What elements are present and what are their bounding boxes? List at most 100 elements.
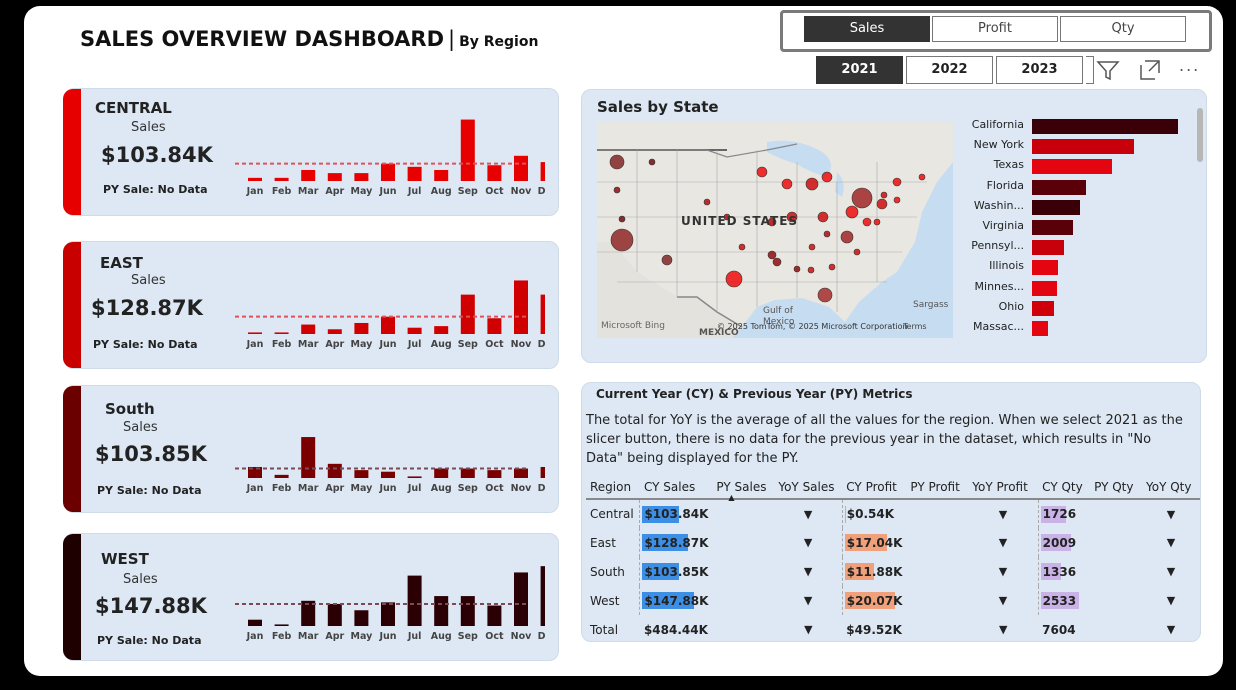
state-bar-row[interactable]: Virginia bbox=[966, 217, 1186, 237]
state-sales-bubble[interactable] bbox=[918, 173, 926, 181]
column-header-yoy-profit[interactable]: YoY Profit bbox=[968, 475, 1039, 500]
month-bar[interactable] bbox=[327, 173, 342, 181]
month-bar[interactable] bbox=[354, 173, 369, 181]
state-sales-bubble[interactable] bbox=[767, 250, 777, 260]
month-bar[interactable] bbox=[327, 463, 342, 478]
state-sales-bar[interactable] bbox=[1032, 159, 1113, 175]
month-bar[interactable] bbox=[274, 332, 289, 334]
state-sales-bubble[interactable] bbox=[840, 230, 854, 244]
state-sales-bubble[interactable] bbox=[703, 198, 711, 206]
month-bar[interactable] bbox=[460, 119, 475, 181]
state-sales-bubble[interactable] bbox=[661, 254, 673, 266]
focus-mode-icon[interactable] bbox=[1139, 59, 1163, 81]
month-bar[interactable] bbox=[407, 327, 422, 334]
table-row[interactable]: West $147.88K ▼ $20.07K ▼ 2533 ▼ bbox=[586, 586, 1200, 615]
state-sales-bubble[interactable] bbox=[805, 177, 819, 191]
column-header-cy-profit[interactable]: CY Profit bbox=[842, 475, 907, 500]
state-sales-bar[interactable] bbox=[1032, 300, 1054, 316]
month-bar[interactable] bbox=[248, 177, 262, 181]
month-bar[interactable] bbox=[407, 575, 422, 626]
table-row[interactable]: South $103.85K ▼ $11.88K ▼ 1336 ▼ bbox=[586, 557, 1200, 586]
column-header-cy-sales[interactable]: CY Sales bbox=[639, 475, 713, 500]
state-sales-bar[interactable] bbox=[1032, 260, 1059, 276]
column-header-yoy-sales[interactable]: YoY Sales bbox=[774, 475, 843, 500]
month-bar[interactable] bbox=[434, 468, 449, 478]
month-bar[interactable] bbox=[540, 294, 545, 334]
column-header-py-sales[interactable]: PY Sales ▲ bbox=[712, 475, 775, 502]
month-bar[interactable] bbox=[460, 596, 475, 626]
month-bar[interactable] bbox=[274, 624, 289, 626]
month-bar[interactable] bbox=[381, 316, 395, 334]
month-bar[interactable] bbox=[540, 162, 545, 181]
month-bar[interactable] bbox=[514, 468, 528, 478]
month-bar[interactable] bbox=[434, 169, 449, 181]
column-header-py-profit[interactable]: PY Profit bbox=[906, 475, 969, 500]
state-bar-row[interactable]: Minnes... bbox=[966, 278, 1186, 298]
state-sales-bar[interactable] bbox=[1032, 240, 1065, 256]
month-bar[interactable] bbox=[514, 280, 528, 334]
month-bar[interactable] bbox=[301, 324, 316, 334]
state-bar-row[interactable]: Pennsyl... bbox=[966, 237, 1186, 257]
month-bar[interactable] bbox=[354, 322, 369, 334]
month-bar[interactable] bbox=[514, 572, 528, 626]
state-sales-bar[interactable] bbox=[1032, 199, 1081, 215]
state-sales-bubble[interactable] bbox=[808, 243, 816, 251]
month-bar[interactable] bbox=[487, 470, 502, 478]
month-bar[interactable] bbox=[407, 166, 422, 181]
month-bar[interactable] bbox=[460, 294, 475, 334]
month-bar[interactable] bbox=[407, 476, 422, 478]
sales-map[interactable]: UNITED STATES Gulf of Mexico Sargass MEX… bbox=[597, 122, 953, 338]
state-sales-bubble[interactable] bbox=[853, 248, 861, 256]
column-header-cy-qty[interactable]: CY Qty bbox=[1038, 475, 1091, 500]
state-sales-bubble[interactable] bbox=[876, 198, 888, 210]
region-card-central[interactable]: CENTRAL Sales $103.84K PY Sale: No Data J… bbox=[63, 88, 559, 216]
state-sales-bubble[interactable] bbox=[613, 186, 621, 194]
state-sales-bar[interactable] bbox=[1032, 119, 1178, 134]
month-bar[interactable] bbox=[514, 155, 528, 181]
column-header-py-qty[interactable]: PY Qty bbox=[1090, 475, 1142, 500]
month-bar[interactable] bbox=[327, 603, 342, 626]
scrollbar[interactable] bbox=[1197, 108, 1203, 162]
month-bar[interactable] bbox=[301, 437, 316, 478]
month-bar[interactable] bbox=[381, 163, 395, 181]
metric-button-profit[interactable]: Profit bbox=[932, 16, 1058, 42]
state-sales-bubble[interactable] bbox=[781, 178, 793, 190]
state-sales-bubble[interactable] bbox=[862, 217, 872, 227]
state-sales-bubble[interactable] bbox=[772, 257, 782, 267]
month-bar[interactable] bbox=[487, 318, 502, 334]
state-bar-row[interactable]: Texas bbox=[966, 156, 1186, 176]
state-sales-bubble[interactable] bbox=[821, 171, 833, 183]
state-sales-bubble[interactable] bbox=[756, 166, 768, 178]
state-sales-bubble[interactable] bbox=[828, 263, 836, 271]
month-bar[interactable] bbox=[487, 165, 502, 181]
month-bar[interactable] bbox=[274, 474, 289, 478]
state-sales-bubble[interactable] bbox=[738, 243, 746, 251]
state-sales-bubble[interactable] bbox=[873, 218, 881, 226]
month-bar[interactable] bbox=[487, 605, 502, 626]
metric-button-qty[interactable]: Qty bbox=[1060, 16, 1186, 42]
table-row[interactable]: East $128.87K ▼ $17.04K ▼ 2009 ▼ bbox=[586, 528, 1200, 557]
year-button-2022[interactable]: 2022 bbox=[906, 56, 993, 84]
state-sales-bubble[interactable] bbox=[807, 266, 815, 274]
state-bar-row[interactable]: Ohio bbox=[966, 298, 1186, 318]
month-bar[interactable] bbox=[434, 596, 449, 626]
state-sales-bubble[interactable] bbox=[610, 228, 634, 252]
state-sales-bar[interactable] bbox=[1032, 280, 1057, 296]
state-sales-bubble[interactable] bbox=[893, 196, 901, 204]
state-sales-bubble[interactable] bbox=[892, 177, 902, 187]
state-bar-row[interactable]: Massac... bbox=[966, 318, 1186, 338]
month-bar[interactable] bbox=[327, 329, 342, 334]
state-bar-row[interactable]: New York bbox=[966, 136, 1186, 156]
state-sales-bubble[interactable] bbox=[880, 191, 888, 199]
month-bar[interactable] bbox=[540, 466, 545, 478]
state-sales-bubble[interactable] bbox=[851, 187, 873, 209]
state-sales-bar[interactable] bbox=[1032, 321, 1049, 336]
metric-button-sales[interactable]: Sales bbox=[804, 16, 930, 42]
more-options-icon[interactable]: ... bbox=[1179, 56, 1200, 75]
state-sales-bubble[interactable] bbox=[609, 154, 625, 170]
state-sales-bar[interactable] bbox=[1032, 139, 1135, 155]
month-bar[interactable] bbox=[248, 332, 262, 334]
region-card-west[interactable]: WEST Sales $147.88K PY Sale: No Data Jan F… bbox=[63, 533, 559, 661]
table-row[interactable]: Central $103.84K ▼ $0.54K ▼ 1726 ▼ bbox=[586, 499, 1200, 528]
month-bar[interactable] bbox=[460, 468, 475, 478]
